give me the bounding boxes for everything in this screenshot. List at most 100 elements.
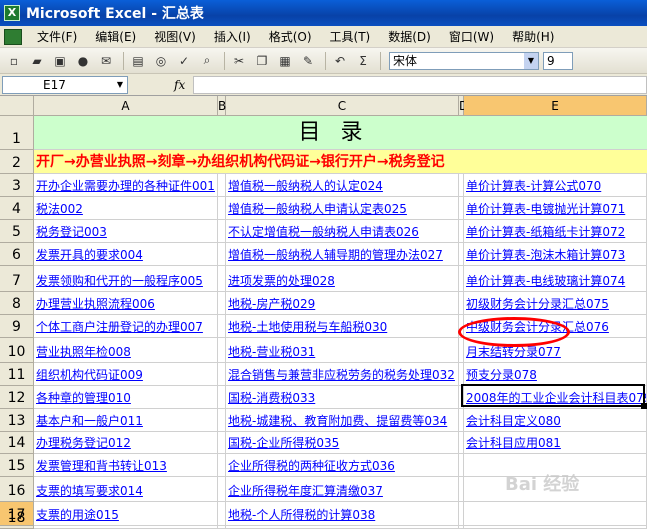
formula-input[interactable] bbox=[193, 75, 647, 94]
row-header[interactable]: 1 bbox=[0, 116, 34, 150]
table-of-contents-link[interactable] bbox=[464, 502, 647, 526]
format-painter-icon[interactable]: ✎ bbox=[298, 52, 318, 70]
column-header-a[interactable]: A bbox=[34, 96, 218, 116]
copy-icon[interactable]: ❐ bbox=[252, 52, 272, 70]
menu-data[interactable]: 数据(D) bbox=[379, 28, 440, 45]
print-icon[interactable]: ▤ bbox=[128, 52, 148, 70]
row-header[interactable]: 2 bbox=[0, 150, 34, 174]
menu-insert[interactable]: 插入(I) bbox=[205, 28, 260, 45]
column-header-e[interactable]: E bbox=[464, 96, 647, 116]
table-of-contents-link[interactable]: 发票领购和代开的一般程序005 bbox=[34, 266, 218, 292]
name-box[interactable]: E17 ▼ bbox=[2, 75, 128, 94]
spacer-cell[interactable] bbox=[218, 409, 226, 432]
research-icon[interactable]: ⌕ bbox=[197, 52, 217, 70]
sheet-title[interactable]: 目录 bbox=[34, 116, 647, 150]
spacer-cell[interactable] bbox=[218, 292, 226, 315]
table-of-contents-link[interactable]: 单价计算表-电线玻璃计算074 bbox=[464, 266, 647, 292]
table-of-contents-link[interactable]: 支票的填写要求014 bbox=[34, 477, 218, 502]
menu-view[interactable]: 视图(V) bbox=[145, 28, 205, 45]
table-of-contents-link[interactable]: 增值税一般纳税人辅导期的管理办法027 bbox=[226, 243, 459, 266]
table-of-contents-link[interactable]: 组织机构代码证009 bbox=[34, 363, 218, 386]
row-header[interactable]: 4 bbox=[0, 197, 34, 220]
table-of-contents-link[interactable]: 各种章的管理010 bbox=[34, 386, 218, 409]
table-of-contents-link[interactable]: 单价计算表-泡沫木箱计算073 bbox=[464, 243, 647, 266]
table-of-contents-link[interactable]: 发票管理和背书转让013 bbox=[34, 454, 218, 477]
spacer-cell[interactable] bbox=[218, 220, 226, 243]
table-of-contents-link[interactable]: 企业所得税的两种征收方式036 bbox=[226, 454, 459, 477]
row-header[interactable]: 12 bbox=[0, 386, 34, 409]
spacer-cell[interactable] bbox=[218, 454, 226, 477]
row-header[interactable]: 10 bbox=[0, 338, 34, 363]
table-of-contents-link[interactable]: 国税-企业所得税035 bbox=[226, 432, 459, 454]
table-of-contents-link[interactable]: 发票开具的要求004 bbox=[34, 243, 218, 266]
column-header-b[interactable]: B bbox=[218, 96, 226, 116]
table-of-contents-link[interactable]: 税务登记003 bbox=[34, 220, 218, 243]
table-of-contents-link[interactable]: 预支分录078 bbox=[464, 363, 647, 386]
table-of-contents-link[interactable]: 地税-房产税029 bbox=[226, 292, 459, 315]
row-header[interactable]: 13 bbox=[0, 409, 34, 432]
spacer-cell[interactable] bbox=[218, 197, 226, 220]
autosum-icon[interactable]: Σ bbox=[353, 52, 373, 70]
print-preview-icon[interactable]: ◎ bbox=[151, 52, 171, 70]
font-size-select[interactable]: 9 bbox=[543, 51, 573, 70]
table-of-contents-link[interactable]: 单价计算表-计算公式070 bbox=[464, 174, 647, 197]
spacer-cell[interactable] bbox=[218, 266, 226, 292]
table-of-contents-link[interactable]: 国税-消费税033 bbox=[226, 386, 459, 409]
undo-icon[interactable]: ↶ bbox=[330, 52, 350, 70]
table-of-contents-link[interactable]: 单价计算表-纸箱纸卡计算072 bbox=[464, 220, 647, 243]
row-header[interactable]: 9 bbox=[0, 315, 34, 338]
column-header-c[interactable]: C bbox=[226, 96, 459, 116]
table-of-contents-link[interactable]: 支票的用途015 bbox=[34, 502, 218, 526]
excel-app-icon[interactable]: X bbox=[4, 5, 20, 21]
table-of-contents-link[interactable]: 基本户和一般户011 bbox=[34, 409, 218, 432]
row-header[interactable]: 7 bbox=[0, 266, 34, 292]
selected-cell-e17[interactable] bbox=[461, 384, 645, 407]
menu-file[interactable]: 文件(F) bbox=[28, 28, 86, 45]
save-icon[interactable]: ▣ bbox=[50, 52, 70, 70]
font-name-select[interactable]: 宋体 ▼ bbox=[389, 51, 539, 70]
menu-edit[interactable]: 编辑(E) bbox=[86, 28, 145, 45]
table-of-contents-link[interactable]: 营业执照年检008 bbox=[34, 338, 218, 363]
table-of-contents-link[interactable]: 地税-营业税031 bbox=[226, 338, 459, 363]
table-of-contents-link[interactable]: 税法002 bbox=[34, 197, 218, 220]
paste-icon[interactable]: ▦ bbox=[275, 52, 295, 70]
spacer-cell[interactable] bbox=[218, 477, 226, 502]
spacer-cell[interactable] bbox=[218, 502, 226, 526]
table-of-contents-link[interactable]: 个体工商户注册登记的办理007 bbox=[34, 315, 218, 338]
menu-tools[interactable]: 工具(T) bbox=[321, 28, 380, 45]
row-header[interactable]: 6 bbox=[0, 243, 34, 266]
spacer-cell[interactable] bbox=[218, 432, 226, 454]
table-of-contents-link[interactable]: 单价计算表-电镀抛光计算071 bbox=[464, 197, 647, 220]
table-of-contents-link[interactable]: 办理营业执照流程006 bbox=[34, 292, 218, 315]
row-header[interactable]: 11 bbox=[0, 363, 34, 386]
spacer-cell[interactable] bbox=[218, 338, 226, 363]
spacer-cell[interactable] bbox=[218, 243, 226, 266]
table-of-contents-link[interactable]: 会计科目定义080 bbox=[464, 409, 647, 432]
open-icon[interactable]: ▰ bbox=[27, 52, 47, 70]
spacer-cell[interactable] bbox=[218, 315, 226, 338]
select-all-corner[interactable] bbox=[0, 96, 34, 116]
table-of-contents-link[interactable]: 初级财务会计分录汇总075 bbox=[464, 292, 647, 315]
table-of-contents-link[interactable]: 地税-个人所得税的计算038 bbox=[226, 502, 459, 526]
table-of-contents-link[interactable]: 进项发票的处理028 bbox=[226, 266, 459, 292]
table-of-contents-link[interactable]: 混合销售与兼营非应税劳务的税务处理032 bbox=[226, 363, 459, 386]
row-header[interactable]: 15 bbox=[0, 454, 34, 477]
chevron-down-icon[interactable]: ▼ bbox=[113, 77, 127, 93]
cut-icon[interactable]: ✂ bbox=[229, 52, 249, 70]
table-of-contents-link[interactable]: 企业所得税年度汇算清缴037 bbox=[226, 477, 459, 502]
fill-handle[interactable] bbox=[641, 403, 647, 409]
table-of-contents-link[interactable]: 增值税一般纳税人申请认定表025 bbox=[226, 197, 459, 220]
row-header[interactable]: 5 bbox=[0, 220, 34, 243]
row-header[interactable]: 16 bbox=[0, 477, 34, 502]
table-of-contents-link[interactable]: 办理税务登记012 bbox=[34, 432, 218, 454]
table-of-contents-link[interactable]: 地税-城建税、教育附加费、提留费等034 bbox=[226, 409, 459, 432]
table-of-contents-link[interactable]: 增值税一般纳税人的认定024 bbox=[226, 174, 459, 197]
menu-help[interactable]: 帮助(H) bbox=[503, 28, 563, 45]
spacer-cell[interactable] bbox=[218, 174, 226, 197]
table-of-contents-link[interactable]: 会计科目应用081 bbox=[464, 432, 647, 454]
row-header[interactable]: 14 bbox=[0, 432, 34, 454]
table-of-contents-link[interactable]: 地税-土地使用税与车船税030 bbox=[226, 315, 459, 338]
menu-format[interactable]: 格式(O) bbox=[260, 28, 321, 45]
sheet-subtitle[interactable]: 开厂→办营业执照→刻章→办组织机构代码证→银行开户→税务登记 bbox=[34, 150, 647, 174]
row-header[interactable]: 8 bbox=[0, 292, 34, 315]
